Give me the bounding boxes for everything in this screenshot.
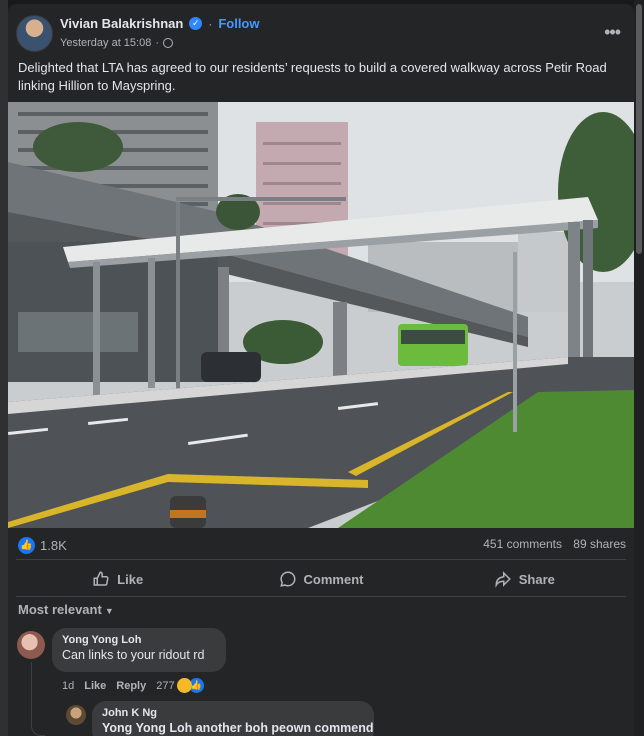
- shares-count[interactable]: 89 shares: [573, 537, 626, 551]
- comment-share-counts: 451 comments 89 shares: [475, 537, 626, 551]
- comment-bubble: Yong Yong Loh Can links to your ridout r…: [52, 628, 226, 672]
- post-card: Vivian Balakrishnan ✓ · Follow Yesterday…: [8, 4, 634, 736]
- post-actions: Like Comment Share: [16, 562, 626, 596]
- sort-label: Most relevant: [18, 602, 102, 617]
- share-icon: [495, 571, 511, 588]
- replier-avatar[interactable]: [66, 705, 86, 725]
- comment-icon: [279, 571, 296, 587]
- replier-name[interactable]: John K Ng: [102, 707, 364, 719]
- separator-dot: ·: [208, 16, 213, 31]
- reply-text: Yong Yong Loh another boh peown commend: [102, 721, 374, 735]
- comment-like-button[interactable]: Like: [84, 680, 106, 692]
- post-timestamp[interactable]: Yesterday at 15:08: [60, 37, 151, 49]
- more-options-icon[interactable]: •••: [604, 22, 621, 43]
- comment-actions: 1d Like Reply 277 👍: [62, 678, 204, 693]
- like-icon: [93, 571, 109, 586]
- follow-button[interactable]: Follow: [218, 16, 259, 31]
- post-stats: 👍 1.8K 451 comments 89 shares: [8, 536, 634, 558]
- globe-icon: [163, 38, 174, 48]
- like-button[interactable]: Like: [16, 562, 219, 596]
- commenter-name[interactable]: Yong Yong Loh: [62, 634, 216, 646]
- share-button[interactable]: Share: [423, 562, 626, 596]
- scrollbar-thumb[interactable]: [636, 4, 642, 254]
- like-reaction-icon[interactable]: 👍: [18, 537, 35, 554]
- commenter-avatar[interactable]: [17, 631, 45, 659]
- like-label: Like: [117, 571, 144, 587]
- post-caption: Delighted that LTA has agreed to our res…: [18, 60, 607, 93]
- comment-reply-button[interactable]: Reply: [116, 680, 146, 692]
- comment-text: Can links to your ridout rd: [62, 648, 205, 662]
- comments-count[interactable]: 451 comments: [483, 537, 562, 551]
- comment-button[interactable]: Comment: [219, 562, 422, 596]
- left-panel-strip: [0, 0, 8, 736]
- post-photo[interactable]: [8, 102, 634, 528]
- author-name[interactable]: Vivian Balakrishnan: [60, 16, 183, 31]
- separator-dot: ·: [155, 37, 160, 49]
- post-header: Vivian Balakrishnan ✓ · Follow Yesterday…: [8, 4, 634, 56]
- verified-icon: ✓: [189, 17, 203, 30]
- haha-reaction-icon: [176, 678, 192, 693]
- reply-bubble: John K Ng Yong Yong Loh another boh peow…: [92, 701, 374, 736]
- comment-item: Yong Yong Loh Can links to your ridout r…: [16, 628, 616, 736]
- comment-label: Comment: [303, 571, 364, 587]
- comment-reactions[interactable]: 277 👍: [156, 678, 204, 693]
- author-avatar[interactable]: [16, 15, 53, 52]
- reply-item: John K Ng Yong Yong Loh another boh peow…: [16, 701, 616, 736]
- divider: [16, 559, 626, 560]
- chevron-down-icon: ▼: [104, 606, 114, 616]
- scrollbar[interactable]: [634, 0, 644, 736]
- comment-time[interactable]: 1d: [62, 680, 74, 692]
- post-meta: Yesterday at 15:08 ·: [60, 37, 174, 49]
- author-line: Vivian Balakrishnan ✓ · Follow: [60, 16, 260, 31]
- divider: [16, 596, 626, 597]
- reaction-count[interactable]: 1.8K: [40, 538, 67, 553]
- comment-sort-dropdown[interactable]: Most relevant ▼: [18, 602, 114, 617]
- comment-reaction-count: 277: [156, 679, 175, 692]
- share-label: Share: [518, 571, 555, 587]
